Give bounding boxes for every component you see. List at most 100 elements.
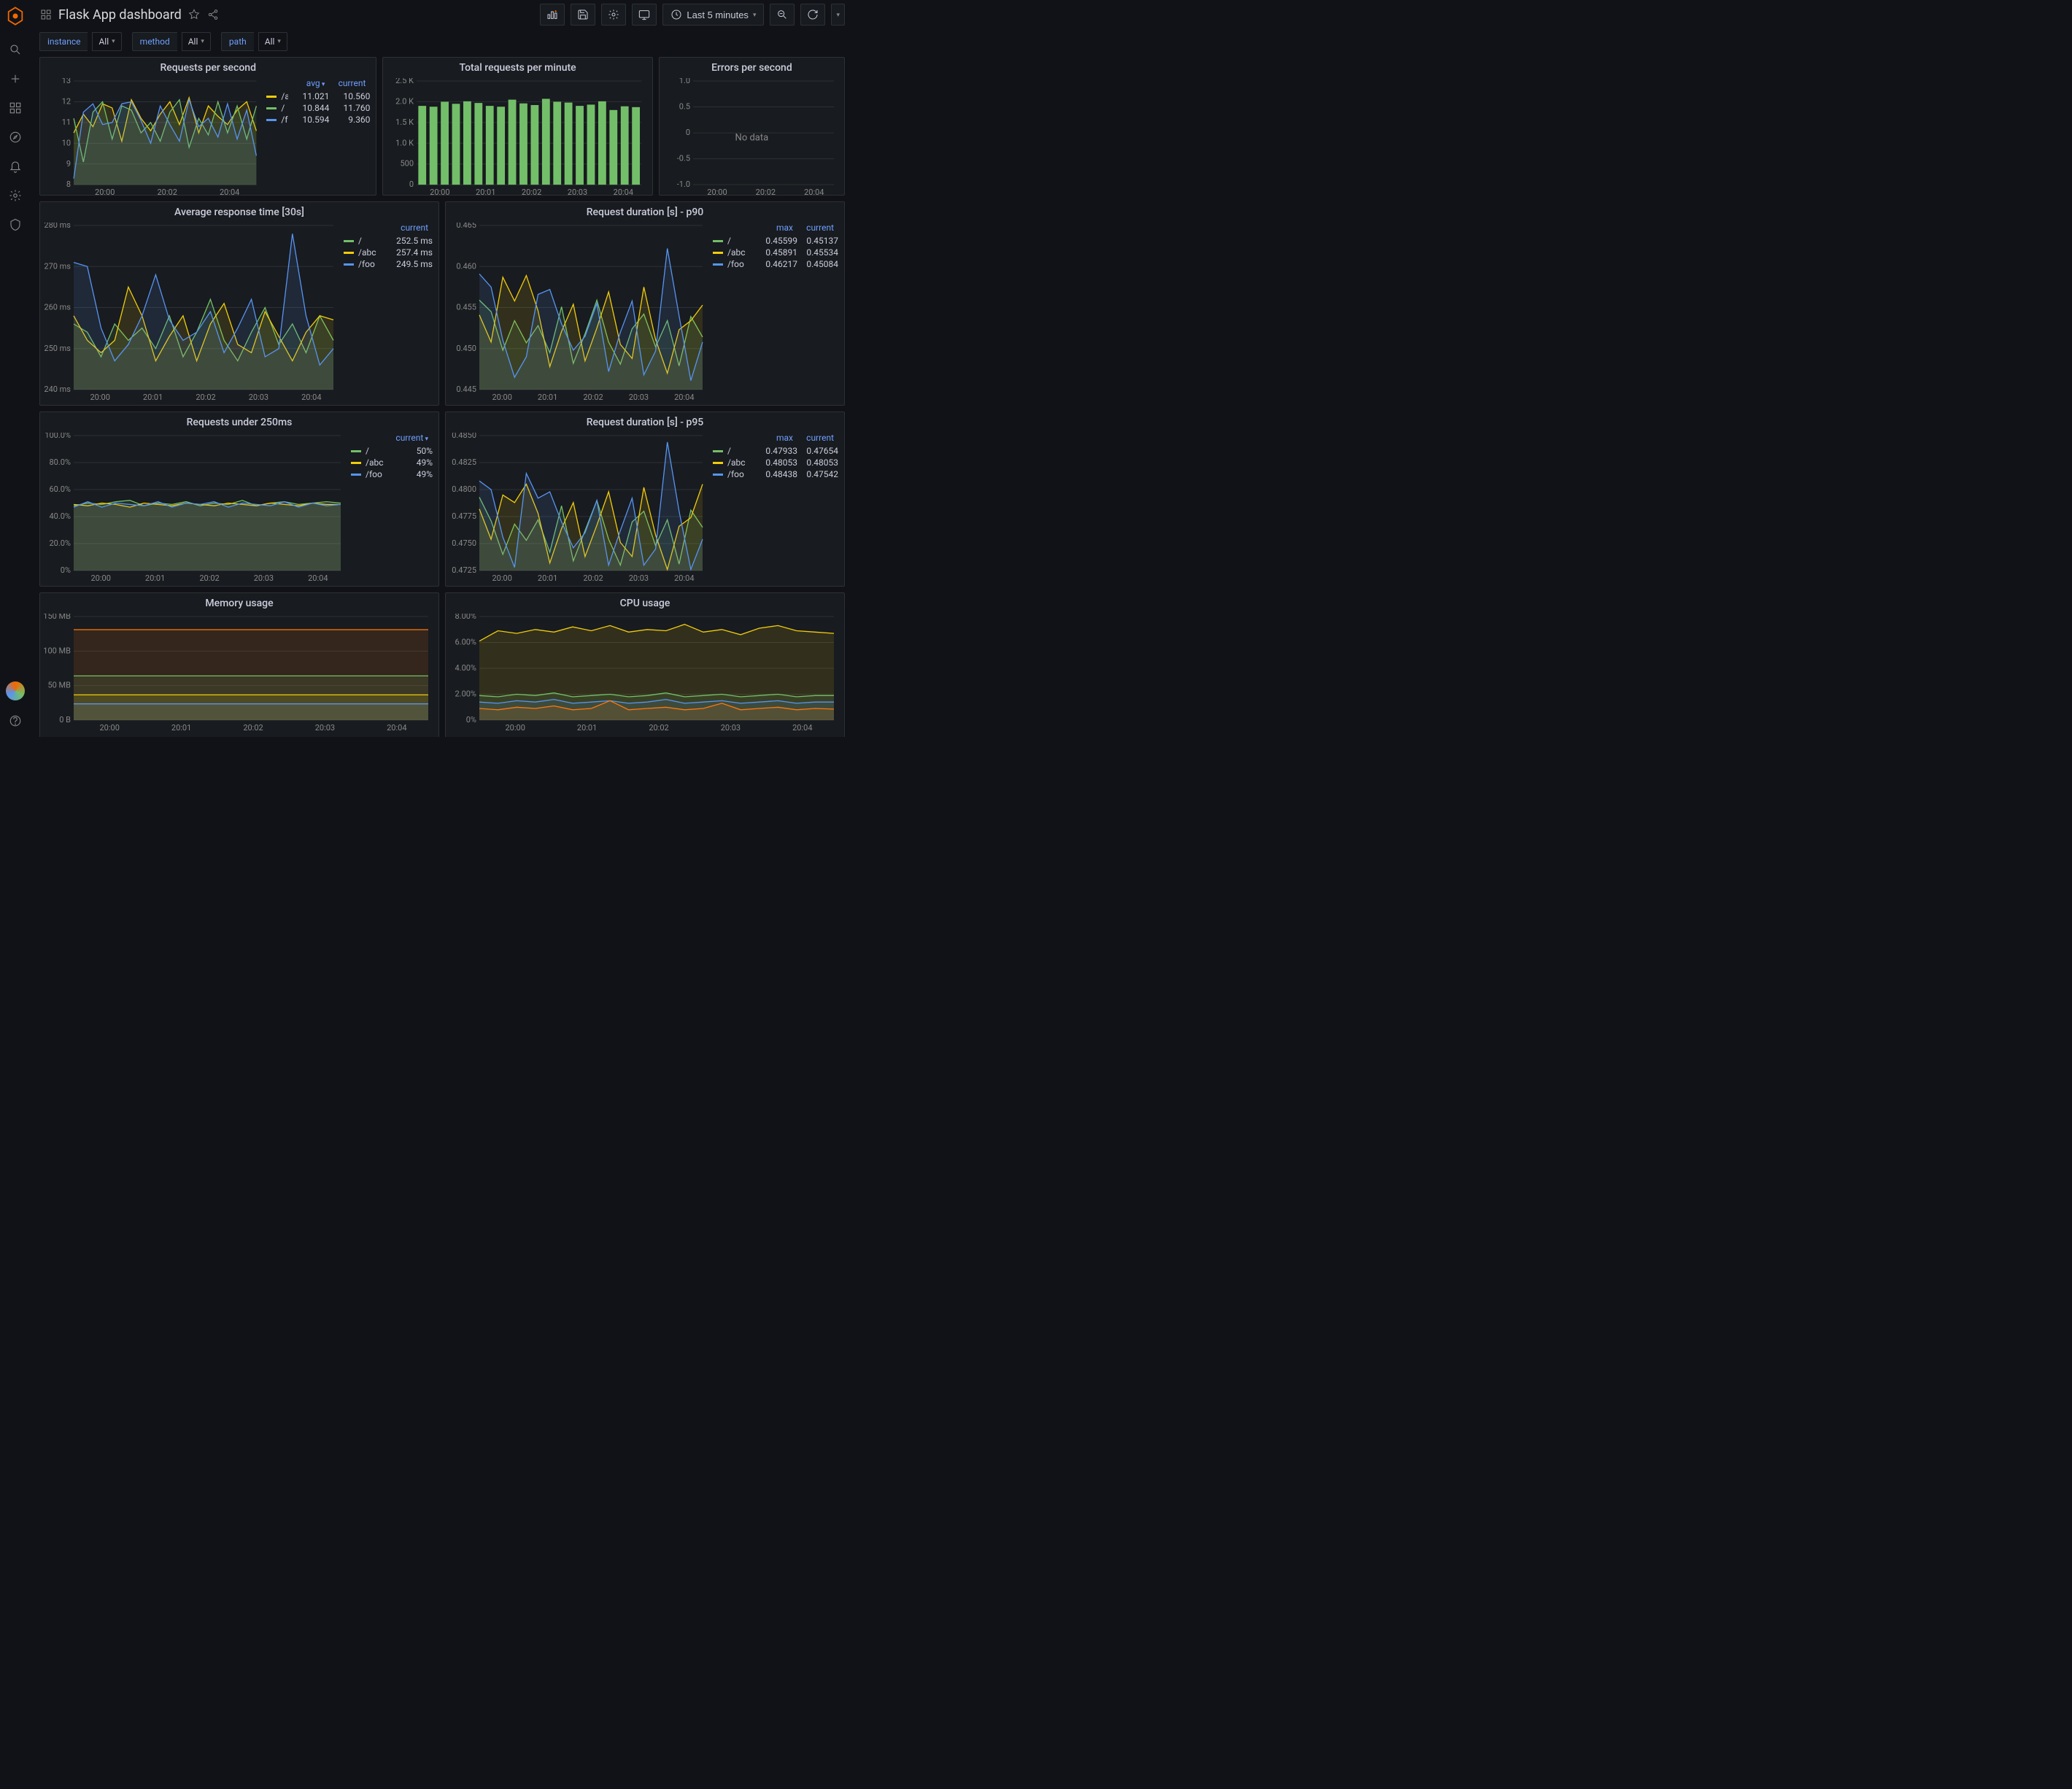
var-instance-label: instance: [39, 32, 88, 51]
svg-text:1.5 K: 1.5 K: [396, 117, 414, 127]
chart-mem[interactable]: 0 B50 MB100 MB150 MB: [43, 614, 433, 723]
svg-text:280 ms: 280 ms: [44, 223, 71, 230]
svg-text:1.0: 1.0: [679, 78, 690, 85]
legend-item[interactable]: /abc49%: [351, 457, 433, 468]
svg-text:0: 0: [409, 179, 414, 188]
svg-text:100 MB: 100 MB: [43, 646, 71, 655]
share-icon[interactable]: [206, 8, 220, 21]
add-panel-button[interactable]: [540, 4, 565, 26]
zoom-out-button[interactable]: [770, 4, 795, 26]
settings-icon[interactable]: [2, 182, 28, 209]
panel-total-rpm: Total requests per minute 05001.0 K1.5 K…: [382, 57, 652, 196]
panel-mem: Memory usage 0 B50 MB100 MB150 MB 20:002…: [39, 592, 439, 737]
save-button[interactable]: [571, 4, 595, 26]
legend-item[interactable]: /foo0.462170.45084: [713, 259, 838, 269]
svg-text:4.00%: 4.00%: [455, 663, 476, 673]
chart-p95[interactable]: 0.47250.47500.47750.48000.48250.4850: [449, 433, 707, 573]
chart-total-rpm[interactable]: 0 500 1.0 K 1.5 K 2.0 K 2.5 K: [386, 78, 646, 188]
legend-item[interactable]: /abc0.458910.45534: [713, 247, 838, 258]
svg-text:2.00%: 2.00%: [455, 689, 476, 699]
svg-text:0.460: 0.460: [456, 261, 476, 271]
legend-item[interactable]: /0.455990.45137: [713, 236, 838, 246]
legend-item[interactable]: /foo249.5 ms: [344, 259, 433, 269]
search-icon[interactable]: [2, 36, 28, 63]
legend-p95: maxcurrent /0.479330.47654/abc0.480530.4…: [713, 430, 844, 586]
svg-text:270 ms: 270 ms: [44, 261, 71, 271]
grafana-logo[interactable]: [5, 6, 26, 26]
svg-text:0: 0: [686, 128, 690, 137]
svg-text:0 B: 0 B: [59, 715, 71, 723]
dashboards-icon[interactable]: [2, 95, 28, 121]
tv-mode-button[interactable]: [632, 4, 657, 26]
alerting-icon[interactable]: [2, 153, 28, 179]
legend-item[interactable]: /252.5 ms: [344, 236, 433, 246]
chart-avg-rt[interactable]: 240 ms 250 ms 260 ms 270 ms 280 ms: [43, 223, 338, 393]
svg-text:0.445: 0.445: [456, 385, 476, 393]
svg-text:0%: 0%: [61, 565, 71, 573]
legend-item[interactable]: /foo10.5949.360: [266, 115, 370, 125]
svg-text:2.0 K: 2.0 K: [396, 96, 414, 106]
var-path-label: path: [221, 32, 254, 51]
svg-text:60.0%: 60.0%: [49, 484, 71, 494]
chart-under250[interactable]: 0%20.0%40.0%60.0%80.0%100.0%: [43, 433, 345, 573]
var-instance-value[interactable]: All: [92, 32, 121, 51]
legend-item[interactable]: /foo49%: [351, 469, 433, 479]
legend-item[interactable]: /abc257.4 ms: [344, 247, 433, 258]
var-method-value[interactable]: All: [182, 32, 211, 51]
legend-item[interactable]: /abc11.02110.560: [266, 91, 370, 101]
plus-icon[interactable]: [2, 66, 28, 92]
dashboards-nav-icon[interactable]: [39, 8, 53, 21]
refresh-button[interactable]: [800, 4, 825, 26]
svg-text:9: 9: [66, 159, 71, 169]
legend-avg-rt: current /252.5 ms/abc257.4 ms/foo249.5 m…: [344, 220, 438, 405]
chart-p90[interactable]: 0.4450.4500.4550.4600.465: [449, 223, 707, 393]
svg-text:0.4825: 0.4825: [452, 457, 476, 467]
panel-errors: Errors per second -1.0-0.500.51.0 20:002…: [659, 57, 845, 196]
svg-text:40.0%: 40.0%: [49, 511, 71, 521]
panel-p95: Request duration [s] - p95 0.47250.47500…: [445, 411, 845, 587]
svg-text:0.450: 0.450: [456, 344, 476, 353]
legend-item[interactable]: /abc0.480530.48053: [713, 457, 838, 468]
svg-text:260 ms: 260 ms: [44, 303, 71, 312]
variable-bar: instance All method All path All: [31, 29, 854, 57]
svg-text:0.4750: 0.4750: [452, 538, 476, 548]
legend-item[interactable]: /10.84411.760: [266, 103, 370, 113]
svg-text:150 MB: 150 MB: [43, 614, 71, 621]
topbar: Flask App dashboard Last 5 minutes▾ ▾: [31, 0, 854, 29]
svg-text:2.5 K: 2.5 K: [396, 78, 414, 85]
svg-text:-1.0: -1.0: [676, 179, 689, 188]
legend-item[interactable]: /0.479330.47654: [713, 446, 838, 456]
svg-text:8: 8: [66, 179, 71, 188]
svg-text:0.4775: 0.4775: [452, 511, 476, 521]
svg-text:10: 10: [62, 138, 71, 147]
chart-rps[interactable]: 8910111213: [43, 78, 260, 188]
legend-item[interactable]: /50%: [351, 446, 433, 456]
svg-text:0.4725: 0.4725: [452, 565, 476, 573]
var-path-value[interactable]: All: [258, 32, 287, 51]
panel-avg-rt: Average response time [30s] 240 ms250 ms…: [39, 201, 439, 406]
svg-text:1.0 K: 1.0 K: [396, 138, 414, 147]
svg-text:0.5: 0.5: [679, 102, 690, 112]
user-avatar[interactable]: [6, 681, 25, 700]
svg-text:0.4800: 0.4800: [452, 484, 476, 494]
time-picker[interactable]: Last 5 minutes▾: [662, 4, 764, 26]
svg-text:250 ms: 250 ms: [44, 344, 71, 353]
admin-icon[interactable]: [2, 212, 28, 238]
panel-cpu: CPU usage 0%2.00%4.00%6.00%8.00% 20:0020…: [445, 592, 845, 737]
svg-text:240 ms: 240 ms: [44, 385, 71, 393]
var-method-label: method: [132, 32, 177, 51]
svg-text:13: 13: [62, 78, 71, 85]
legend-item[interactable]: /foo0.484380.47542: [713, 469, 838, 479]
refresh-dropdown[interactable]: ▾: [831, 4, 845, 26]
explore-icon[interactable]: [2, 124, 28, 150]
svg-text:0%: 0%: [466, 715, 476, 723]
svg-text:8.00%: 8.00%: [455, 614, 476, 621]
legend-p90: maxcurrent /0.455990.45137/abc0.458910.4…: [713, 220, 844, 405]
help-icon[interactable]: [2, 708, 28, 734]
star-icon[interactable]: [188, 8, 201, 21]
svg-text:500: 500: [401, 159, 414, 169]
no-data-text: No data: [735, 132, 769, 143]
settings-button[interactable]: [601, 4, 626, 26]
chart-cpu[interactable]: 0%2.00%4.00%6.00%8.00%: [449, 614, 838, 723]
svg-text:0.465: 0.465: [456, 223, 476, 230]
